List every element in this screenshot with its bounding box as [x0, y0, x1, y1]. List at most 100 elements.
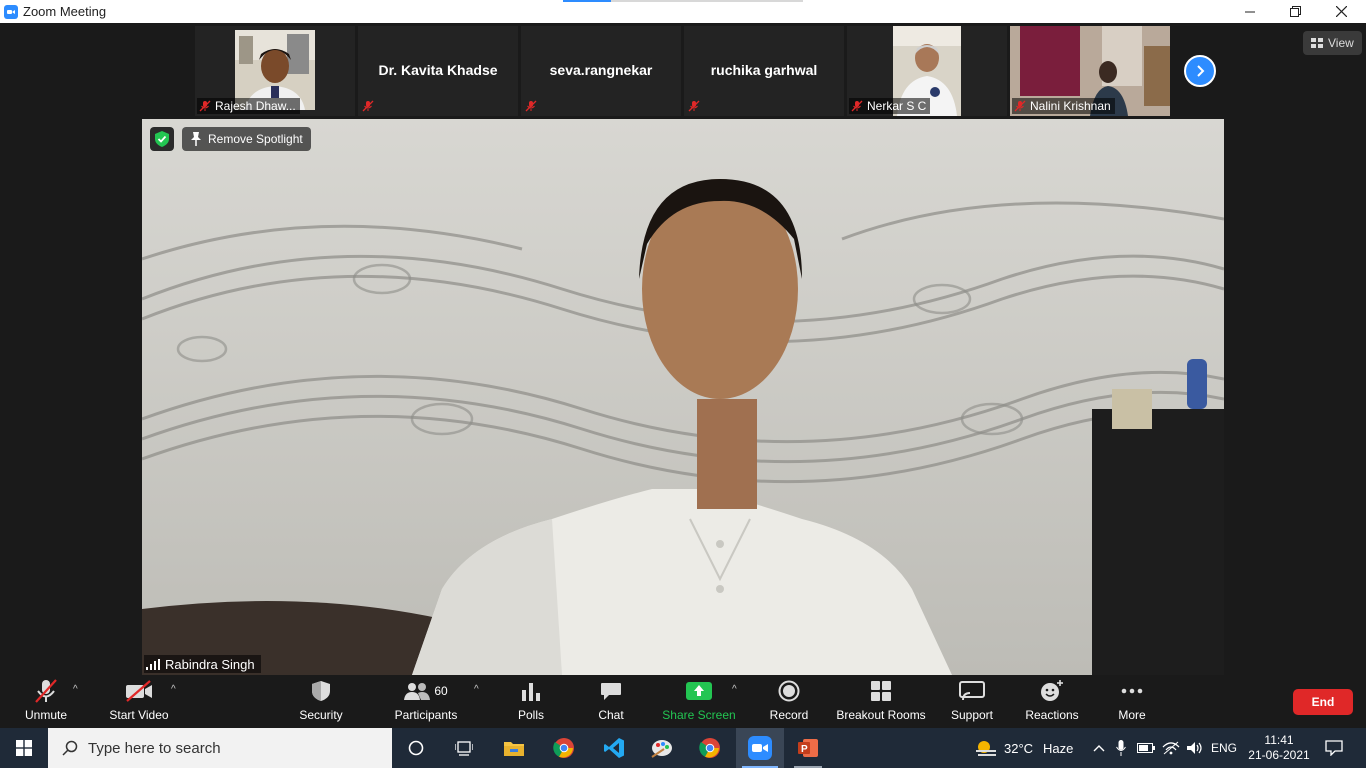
clock-time: 11:41 — [1264, 733, 1294, 747]
clock[interactable]: 11:41 21-06-2021 — [1244, 728, 1314, 768]
end-meeting-button[interactable]: End — [1293, 689, 1353, 715]
polls-icon — [522, 683, 540, 701]
participant-tile[interactable]: seva.rangnekar — [521, 26, 681, 116]
close-button[interactable] — [1318, 0, 1364, 23]
taskbar-search-box[interactable]: Type here to search — [48, 728, 392, 768]
chrome-second-taskbar-icon[interactable] — [690, 728, 730, 768]
chrome-taskbar-icon[interactable] — [544, 728, 584, 768]
share-screen-button[interactable]: Share Screen — [662, 675, 736, 728]
more-dots-icon — [1121, 688, 1143, 694]
support-icon — [959, 681, 985, 701]
participants-icon — [404, 683, 431, 700]
search-icon — [62, 740, 78, 756]
participant-tile[interactable]: Dr. Kavita Khadse — [358, 26, 518, 116]
paint-palette-icon — [651, 740, 672, 758]
chat-button[interactable]: Chat — [590, 675, 632, 728]
encryption-shield-button[interactable] — [150, 127, 174, 151]
battery-tray-icon[interactable] — [1136, 728, 1156, 768]
microphone-tray-icon[interactable] — [1112, 728, 1130, 768]
window-title: Zoom Meeting — [23, 4, 107, 19]
chrome-icon — [553, 738, 574, 758]
polls-button[interactable]: Polls — [510, 675, 552, 728]
signal-strength-icon — [146, 658, 160, 670]
participant-display-name: Dr. Kavita Khadse — [378, 62, 498, 78]
share-screen-icon — [686, 682, 712, 700]
zoom-taskbar-icon[interactable] — [736, 728, 784, 768]
windows-logo-icon — [16, 740, 32, 756]
task-view-button[interactable] — [444, 728, 484, 768]
audio-options-caret[interactable]: ^ — [73, 684, 78, 695]
weather-widget[interactable]: 32°C Haze — [974, 728, 1084, 768]
window-accent-bar-secondary — [611, 0, 803, 2]
zoom-app-icon — [4, 4, 18, 19]
vscode-taskbar-icon[interactable] — [594, 728, 634, 768]
participant-display-name: seva.rangnekar — [549, 62, 653, 78]
participants-button[interactable]: 60 Participants — [390, 675, 462, 728]
action-center-button[interactable] — [1318, 728, 1350, 768]
reactions-button[interactable]: Reactions — [1022, 675, 1082, 728]
vscode-icon — [604, 738, 624, 758]
participants-options-caret[interactable]: ^ — [474, 684, 479, 695]
cortana-circle-icon — [408, 740, 424, 756]
breakout-rooms-icon — [871, 681, 891, 701]
minimize-button[interactable] — [1227, 0, 1273, 23]
mic-muted-icon — [688, 100, 700, 112]
participant-tile[interactable]: Nerkar S C — [847, 26, 1007, 116]
start-video-button[interactable]: Start Video — [104, 675, 174, 728]
window-accent-bar — [563, 0, 611, 2]
more-button[interactable]: More — [1110, 675, 1154, 728]
participant-status-label — [686, 98, 704, 114]
speaker-video-frame — [142, 119, 1224, 675]
participant-tile[interactable]: Nalini Krishnan — [1010, 26, 1170, 116]
search-placeholder: Type here to search — [88, 739, 221, 757]
share-options-caret[interactable]: ^ — [732, 684, 737, 695]
active-speaker-video[interactable]: Remove Spotlight Rabindra Singh — [142, 119, 1224, 675]
folder-icon — [504, 742, 524, 756]
volume-tray-icon[interactable] — [1184, 728, 1206, 768]
participant-tile[interactable]: Rajesh Dhaw... — [195, 26, 355, 116]
powerpoint-taskbar-icon[interactable]: P — [788, 728, 828, 768]
participant-display-name: ruchika garhwal — [710, 62, 818, 78]
participants-count: 60 — [434, 684, 448, 698]
cortana-button[interactable] — [396, 728, 436, 768]
show-hidden-icons-button[interactable] — [1090, 728, 1108, 768]
chevron-right-icon — [1197, 65, 1205, 77]
start-button[interactable] — [0, 728, 48, 768]
video-options-caret[interactable]: ^ — [171, 684, 176, 695]
breakout-rooms-button[interactable]: Breakout Rooms — [835, 675, 927, 728]
meeting-toolbar: Unmute ^ Start Video ^ Security 60 Parti… — [0, 675, 1366, 728]
task-view-icon — [455, 741, 473, 756]
shield-check-icon — [155, 131, 169, 147]
participant-tile[interactable]: ruchika garhwal — [684, 26, 844, 116]
next-page-button[interactable] — [1184, 55, 1216, 87]
participant-name-label: Rajesh Dhaw... — [197, 98, 300, 114]
smiley-icon — [1041, 680, 1063, 701]
input-language-indicator[interactable]: ENG — [1208, 728, 1240, 768]
unmute-button[interactable]: Unmute — [14, 675, 78, 728]
participant-status-label — [523, 98, 541, 114]
file-explorer-taskbar-icon[interactable] — [494, 728, 534, 768]
restore-button[interactable] — [1272, 0, 1318, 23]
view-button[interactable]: View — [1303, 31, 1362, 55]
minimize-icon — [1245, 11, 1255, 12]
paint-taskbar-icon[interactable] — [642, 728, 682, 768]
microphone-icon — [1116, 740, 1126, 756]
weather-description: Haze — [1043, 740, 1074, 756]
chevron-up-icon — [1093, 745, 1105, 752]
svg-text:P: P — [801, 744, 808, 755]
restore-icon — [1289, 6, 1301, 17]
clock-date: 21-06-2021 — [1248, 748, 1310, 762]
powerpoint-icon: P — [798, 739, 818, 757]
remove-spotlight-button[interactable]: Remove Spotlight — [182, 127, 311, 151]
grid-view-icon — [1311, 37, 1323, 48]
window-titlebar: Zoom Meeting — [0, 0, 1366, 23]
record-button[interactable]: Record — [766, 675, 812, 728]
wifi-icon — [1162, 741, 1180, 755]
network-tray-icon[interactable] — [1160, 728, 1182, 768]
mic-muted-icon — [35, 679, 57, 703]
weather-temperature: 32°C — [1004, 740, 1034, 756]
close-icon — [1335, 6, 1347, 17]
participant-status-label — [360, 98, 378, 114]
support-button[interactable]: Support — [946, 675, 998, 728]
security-button[interactable]: Security — [290, 675, 352, 728]
